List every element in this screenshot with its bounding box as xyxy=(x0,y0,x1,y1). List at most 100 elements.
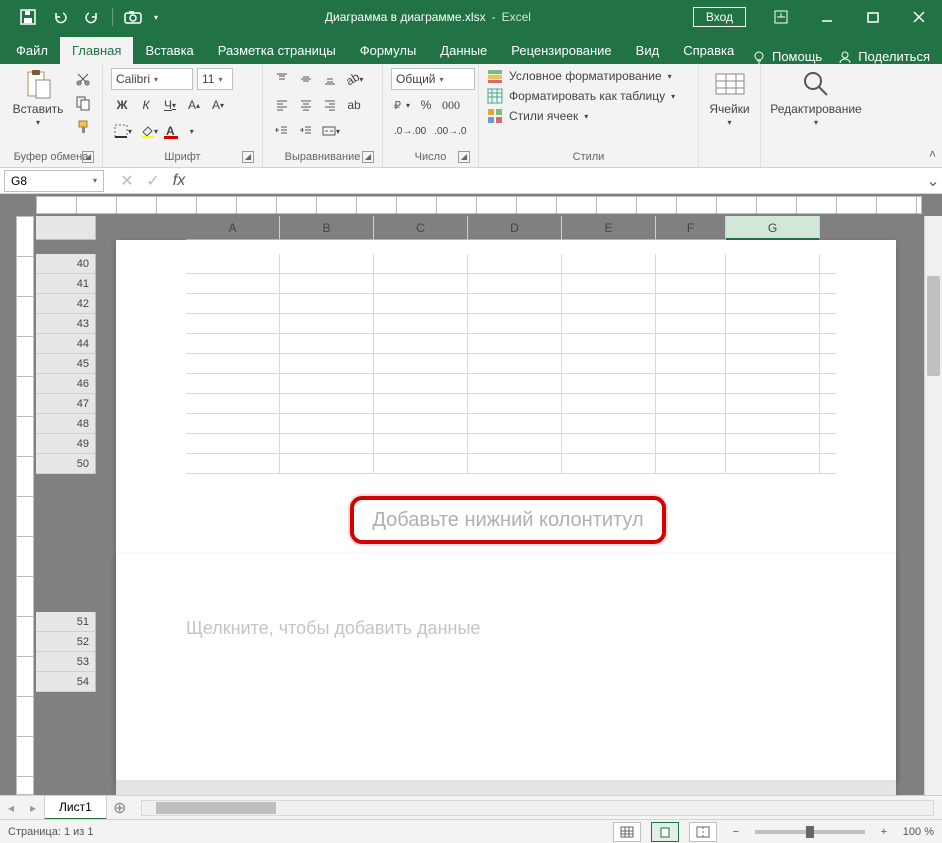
redo-button[interactable] xyxy=(76,0,108,34)
row-header[interactable]: 53 xyxy=(36,652,96,672)
close-button[interactable] xyxy=(896,0,942,34)
row-header[interactable]: 42 xyxy=(36,294,96,314)
tab-formulas[interactable]: Формулы xyxy=(348,37,429,64)
wrap-text-button[interactable]: ab xyxy=(343,94,365,116)
sheet-nav-prev[interactable]: ◂ xyxy=(0,801,22,815)
cut-button[interactable] xyxy=(72,68,94,90)
row-header[interactable]: 50 xyxy=(36,454,96,474)
comma-button[interactable]: 000 xyxy=(439,94,463,116)
qat-customize-button[interactable]: ▾ xyxy=(149,0,163,34)
align-bottom-button[interactable] xyxy=(319,68,341,90)
tab-file[interactable]: Файл xyxy=(4,37,60,64)
decrease-decimal-button[interactable]: .00→.0 xyxy=(431,120,469,142)
number-launcher[interactable]: ◢ xyxy=(458,151,470,163)
add-footer-placeholder[interactable]: Добавьте нижний колонтитул xyxy=(350,496,666,544)
copy-button[interactable] xyxy=(72,92,94,114)
row-header[interactable]: 47 xyxy=(36,394,96,414)
tab-insert[interactable]: Вставка xyxy=(133,37,205,64)
currency-button[interactable]: ₽▾ xyxy=(391,94,413,116)
col-header-f[interactable]: F xyxy=(656,216,726,240)
align-center-button[interactable] xyxy=(295,94,317,116)
add-data-hint[interactable]: Щелкните, чтобы добавить данные xyxy=(186,618,480,639)
cancel-formula-button[interactable]: ✕ xyxy=(114,170,140,192)
view-normal-button[interactable] xyxy=(613,822,641,842)
clipboard-launcher[interactable]: ◢ xyxy=(82,151,94,163)
cells-button[interactable]: Ячейки ▾ xyxy=(707,68,752,127)
view-page-break-button[interactable] xyxy=(689,822,717,842)
decrease-font-button[interactable]: A▾ xyxy=(207,94,229,116)
col-header-b[interactable]: B xyxy=(280,216,374,240)
col-header-a[interactable]: A xyxy=(186,216,280,240)
vertical-scrollbar[interactable] xyxy=(924,216,942,795)
col-header-g[interactable]: G xyxy=(726,216,820,240)
fx-button[interactable]: fx xyxy=(166,170,192,192)
zoom-level[interactable]: 100 % xyxy=(903,826,934,838)
sheet-nav-next[interactable]: ▸ xyxy=(22,801,44,815)
row-header[interactable]: 46 xyxy=(36,374,96,394)
tab-home[interactable]: Главная xyxy=(60,37,133,64)
editing-button[interactable]: Редактирование ▾ xyxy=(771,68,861,127)
format-painter-button[interactable] xyxy=(72,116,94,138)
align-launcher[interactable]: ◢ xyxy=(362,151,374,163)
tab-review[interactable]: Рецензирование xyxy=(499,37,623,64)
tab-page-layout[interactable]: Разметка страницы xyxy=(206,37,348,64)
italic-button[interactable]: К xyxy=(135,94,157,116)
collapse-ribbon-button[interactable]: ˄ xyxy=(929,147,936,161)
sign-in-button[interactable]: Вход xyxy=(693,7,746,27)
horizontal-ruler[interactable] xyxy=(36,196,922,214)
font-size-combo[interactable]: 11▾ xyxy=(197,68,233,90)
row-header[interactable]: 49 xyxy=(36,434,96,454)
increase-indent-button[interactable] xyxy=(295,120,317,142)
col-header-c[interactable]: C xyxy=(374,216,468,240)
font-name-combo[interactable]: Calibri▾ xyxy=(111,68,193,90)
font-launcher[interactable]: ◢ xyxy=(242,151,254,163)
row-header[interactable]: 54 xyxy=(36,672,96,692)
percent-button[interactable]: % xyxy=(415,94,437,116)
align-left-button[interactable] xyxy=(271,94,293,116)
col-header-e[interactable]: E xyxy=(562,216,656,240)
border-button[interactable]: ▾ xyxy=(111,120,135,142)
row-header[interactable]: 45 xyxy=(36,354,96,374)
name-box[interactable]: G8▾ xyxy=(4,170,104,192)
row-header[interactable]: 44 xyxy=(36,334,96,354)
font-color-button[interactable]: A▾ xyxy=(163,120,197,142)
add-sheet-button[interactable]: ⊕ xyxy=(107,798,133,818)
increase-decimal-button[interactable]: .0→.00 xyxy=(391,120,429,142)
zoom-in-button[interactable]: + xyxy=(875,826,893,838)
align-right-button[interactable] xyxy=(319,94,341,116)
minimize-button[interactable] xyxy=(804,0,850,34)
tab-help[interactable]: Справка xyxy=(671,37,746,64)
tab-view[interactable]: Вид xyxy=(624,37,672,64)
camera-button[interactable] xyxy=(117,0,149,34)
number-format-combo[interactable]: Общий▾ xyxy=(391,68,475,90)
undo-button[interactable] xyxy=(44,0,76,34)
row-header[interactable]: 43 xyxy=(36,314,96,334)
cell-grid[interactable] xyxy=(186,254,836,474)
horizontal-scrollbar[interactable] xyxy=(141,800,934,816)
conditional-formatting-button[interactable]: Условное форматирование▾ xyxy=(487,68,675,84)
expand-formula-button[interactable]: ⌄ xyxy=(924,171,942,191)
orientation-button[interactable]: ab▾ xyxy=(343,68,366,90)
save-button[interactable] xyxy=(12,0,44,34)
row-header[interactable]: 48 xyxy=(36,414,96,434)
view-page-layout-button[interactable] xyxy=(651,822,679,842)
select-all-corner[interactable] xyxy=(36,216,96,240)
zoom-out-button[interactable]: − xyxy=(727,826,745,838)
ribbon-options-button[interactable] xyxy=(758,0,804,34)
row-header[interactable]: 51 xyxy=(36,612,96,632)
row-header[interactable]: 52 xyxy=(36,632,96,652)
increase-font-button[interactable]: A▴ xyxy=(183,94,205,116)
decrease-indent-button[interactable] xyxy=(271,120,293,142)
sheet-tab-1[interactable]: Лист1 xyxy=(44,795,107,820)
maximize-button[interactable] xyxy=(850,0,896,34)
fill-color-button[interactable]: ▾ xyxy=(137,120,161,142)
enter-formula-button[interactable]: ✓ xyxy=(140,170,166,192)
align-middle-button[interactable] xyxy=(295,68,317,90)
vertical-ruler[interactable] xyxy=(16,216,34,795)
underline-button[interactable]: Ч▾ xyxy=(159,94,181,116)
paste-button[interactable]: Вставить ▾ xyxy=(8,68,68,127)
bold-button[interactable]: Ж xyxy=(111,94,133,116)
share-button[interactable]: Поделиться xyxy=(838,49,930,64)
format-as-table-button[interactable]: Форматировать как таблицу▾ xyxy=(487,88,675,104)
col-header-d[interactable]: D xyxy=(468,216,562,240)
